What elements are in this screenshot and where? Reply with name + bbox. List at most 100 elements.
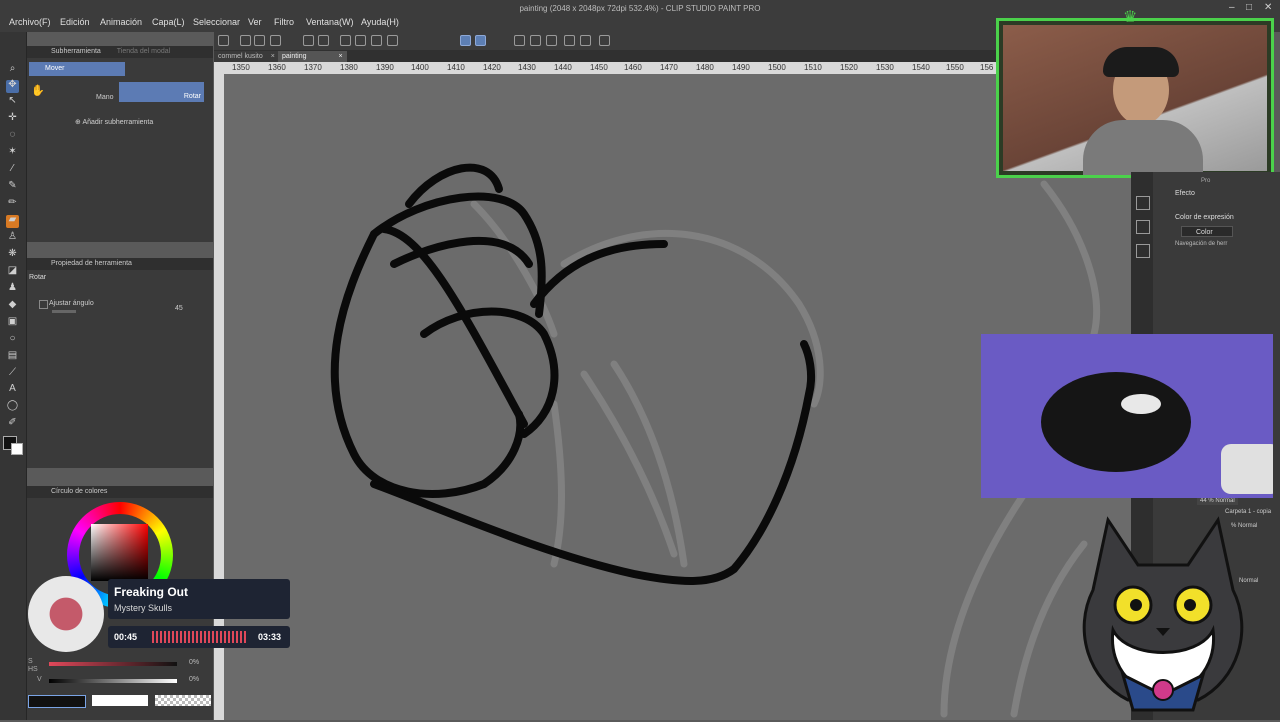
crown-icon: ♛: [1123, 9, 1138, 26]
ruler-tick: 156: [980, 63, 994, 72]
window-title: painting (2048 x 2048px 72dpi 532.4%) - …: [519, 4, 761, 13]
menu-ventana[interactable]: Ventana(W): [306, 17, 354, 27]
maximize-button[interactable]: □: [1246, 2, 1252, 13]
zoom-icon[interactable]: [564, 35, 575, 46]
cat-mascot: [1068, 510, 1258, 720]
headphones-icon: [1103, 47, 1179, 77]
menu-archivo[interactable]: Archivo(F): [9, 17, 51, 27]
gradient-icon[interactable]: ▣: [6, 316, 19, 330]
main-color-chip[interactable]: [28, 695, 86, 708]
menu-edicion[interactable]: Edición: [60, 17, 90, 27]
menu-seleccionar[interactable]: Seleccionar: [193, 17, 240, 27]
add-subtool-button[interactable]: ⊕ Añadir subherramienta: [75, 118, 153, 126]
clear-icon[interactable]: [340, 35, 351, 46]
ruler-tick: 1420: [483, 63, 501, 72]
layer-row[interactable]: 44 % Normal: [1197, 497, 1238, 505]
panel-icon[interactable]: [1136, 220, 1150, 234]
ruler-tick: 1450: [590, 63, 608, 72]
auto-select-icon[interactable]: ✶: [6, 146, 19, 160]
crop-icon[interactable]: [387, 35, 398, 46]
clip-studio-icon[interactable]: [218, 35, 229, 46]
saturation-value-square[interactable]: [91, 524, 148, 581]
expression-color-label: Color de expresión: [1175, 214, 1234, 221]
operation-tool-icon[interactable]: ↖: [6, 95, 19, 109]
minimize-button[interactable]: –: [1229, 2, 1235, 13]
v-slider[interactable]: [49, 679, 177, 683]
balloon-icon[interactable]: ◯: [6, 400, 19, 414]
close-icon[interactable]: ×: [338, 53, 342, 60]
subtool-group-mover[interactable]: Mover: [29, 62, 125, 76]
pencil-tool-icon[interactable]: ✏: [6, 197, 19, 211]
new-file-icon[interactable]: [240, 35, 251, 46]
cat-camera: [981, 334, 1273, 498]
snap-ruler-icon[interactable]: [460, 35, 471, 46]
ruler-tick: 1520: [840, 63, 858, 72]
angle-slider[interactable]: [52, 310, 76, 313]
menu-filtro[interactable]: Filtro: [274, 17, 294, 27]
close-button[interactable]: ✕: [1264, 2, 1272, 13]
transparent-chip[interactable]: [155, 695, 211, 706]
eyedropper-icon[interactable]: ⁄: [6, 163, 19, 177]
panel-icon[interactable]: [1136, 244, 1150, 258]
sub-color-swatch[interactable]: [11, 443, 23, 455]
move-tool-icon[interactable]: ✥: [6, 79, 19, 93]
expression-color-select[interactable]: Color: [1181, 226, 1233, 237]
menu-capa[interactable]: Capa(L): [152, 17, 185, 27]
pen-tool-icon[interactable]: ✎: [6, 180, 19, 194]
correction-icon[interactable]: ✐: [6, 417, 19, 431]
s-value[interactable]: 0%: [189, 659, 199, 666]
save-icon[interactable]: [270, 35, 281, 46]
ruler-tick: 1430: [518, 63, 536, 72]
menu-ver[interactable]: Ver: [248, 17, 262, 27]
frame-icon[interactable]: ▤: [6, 350, 19, 364]
subtool-item-rotar[interactable]: Rotar: [119, 82, 204, 102]
playback-bar: 00:45 03:33: [108, 626, 290, 648]
settings-icon[interactable]: [599, 35, 610, 46]
eraser-icon[interactable]: ◪: [6, 265, 19, 279]
menu-animacion[interactable]: Animación: [100, 17, 142, 27]
flip-icon[interactable]: [514, 35, 525, 46]
figure-icon[interactable]: ○: [6, 333, 19, 347]
open-file-icon[interactable]: [254, 35, 265, 46]
tool-property-header: Propiedad de herramienta: [27, 258, 213, 270]
rotate-icon[interactable]: [530, 35, 541, 46]
total-time: 03:33: [258, 632, 282, 642]
adjust-angle-label: Ajustar ángulo: [49, 300, 94, 307]
tab-label: painting: [282, 53, 307, 60]
zoom-tool-icon[interactable]: ⌕: [6, 63, 19, 77]
right-panel-tab[interactable]: Pro: [1201, 178, 1210, 184]
blend-icon[interactable]: ♟: [6, 282, 19, 296]
ruler-tick: 1500: [768, 63, 786, 72]
fit-icon[interactable]: [546, 35, 557, 46]
subtool-tab[interactable]: Subherramienta: [51, 48, 101, 55]
fill-icon[interactable]: [355, 35, 366, 46]
s-slider[interactable]: [49, 662, 177, 666]
tone-icon[interactable]: [580, 35, 591, 46]
tab-painting[interactable]: painting ×: [278, 51, 347, 62]
ruler-tick: 1540: [912, 63, 930, 72]
fill-tool-icon[interactable]: ◆: [6, 299, 19, 313]
redo-icon[interactable]: [318, 35, 329, 46]
brush-tool-icon[interactable]: ▰: [6, 214, 19, 228]
undo-icon[interactable]: [303, 35, 314, 46]
ruler-tick: 1440: [554, 63, 572, 72]
text-tool-icon[interactable]: A: [6, 383, 19, 397]
angle-value[interactable]: 45: [175, 305, 183, 312]
transform-icon[interactable]: [371, 35, 382, 46]
v-value[interactable]: 0%: [189, 676, 199, 683]
panel-icon[interactable]: [1136, 196, 1150, 210]
snap-special-ruler-icon[interactable]: [475, 35, 486, 46]
adjust-angle-checkbox[interactable]: [39, 300, 48, 309]
tool-property-name: Rotar: [29, 274, 47, 281]
selection-tool-icon[interactable]: ◌: [6, 129, 19, 143]
airbrush-icon[interactable]: ♙: [6, 231, 19, 245]
subtool-tab-2[interactable]: Tienda del modal: [117, 48, 170, 55]
decoration-icon[interactable]: ❋: [6, 248, 19, 262]
menu-ayuda[interactable]: Ayuda(H): [361, 17, 399, 27]
tab-commel-kusito[interactable]: commel kusito ×: [214, 51, 279, 62]
layer-move-icon[interactable]: ✛: [6, 112, 19, 126]
ruler-tool-icon[interactable]: ⟋: [6, 367, 19, 381]
subtool-item-mano[interactable]: Mano: [96, 94, 114, 101]
close-icon[interactable]: ×: [271, 53, 275, 60]
sub-color-chip[interactable]: [92, 695, 148, 706]
